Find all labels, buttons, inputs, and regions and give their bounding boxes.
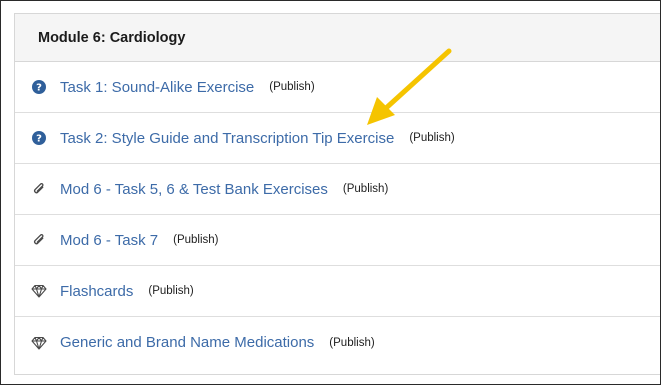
publish-button[interactable]: (Publish) [343, 183, 388, 195]
list-item: ? Task 2: Style Guide and Transcription … [15, 113, 660, 164]
publish-button[interactable]: (Publish) [269, 81, 314, 93]
list-item: Mod 6 - Task 7 (Publish) [15, 215, 660, 266]
screenshot-frame: Module 6: Cardiology ? Task 1: Sound-Ali… [0, 0, 661, 385]
item-link-task-7[interactable]: Mod 6 - Task 7 [60, 232, 158, 249]
publish-button[interactable]: (Publish) [409, 132, 454, 144]
module-panel: Module 6: Cardiology ? Task 1: Sound-Ali… [14, 13, 660, 375]
item-link-flashcards[interactable]: Flashcards [60, 283, 133, 300]
item-link-task-2[interactable]: Task 2: Style Guide and Transcription Ti… [60, 130, 394, 147]
item-link-medications[interactable]: Generic and Brand Name Medications [60, 334, 314, 351]
diamond-icon [31, 335, 47, 351]
list-item: Generic and Brand Name Medications (Publ… [15, 317, 660, 368]
paperclip-icon [31, 232, 47, 248]
svg-text:?: ? [36, 83, 42, 94]
list-item: ? Task 1: Sound-Alike Exercise (Publish) [15, 62, 660, 113]
diamond-icon [31, 283, 47, 299]
module-title: Module 6: Cardiology [38, 29, 186, 46]
publish-button[interactable]: (Publish) [329, 337, 374, 349]
list-item: Flashcards (Publish) [15, 266, 660, 317]
list-item: Mod 6 - Task 5, 6 & Test Bank Exercises … [15, 164, 660, 215]
publish-button[interactable]: (Publish) [173, 234, 218, 246]
item-link-task-1[interactable]: Task 1: Sound-Alike Exercise [60, 79, 254, 96]
item-link-task-5-6[interactable]: Mod 6 - Task 5, 6 & Test Bank Exercises [60, 181, 328, 198]
svg-text:?: ? [36, 134, 42, 145]
question-circle-icon: ? [31, 130, 47, 146]
publish-button[interactable]: (Publish) [148, 285, 193, 297]
module-header: Module 6: Cardiology [15, 14, 660, 62]
paperclip-icon [31, 181, 47, 197]
question-circle-icon: ? [31, 79, 47, 95]
